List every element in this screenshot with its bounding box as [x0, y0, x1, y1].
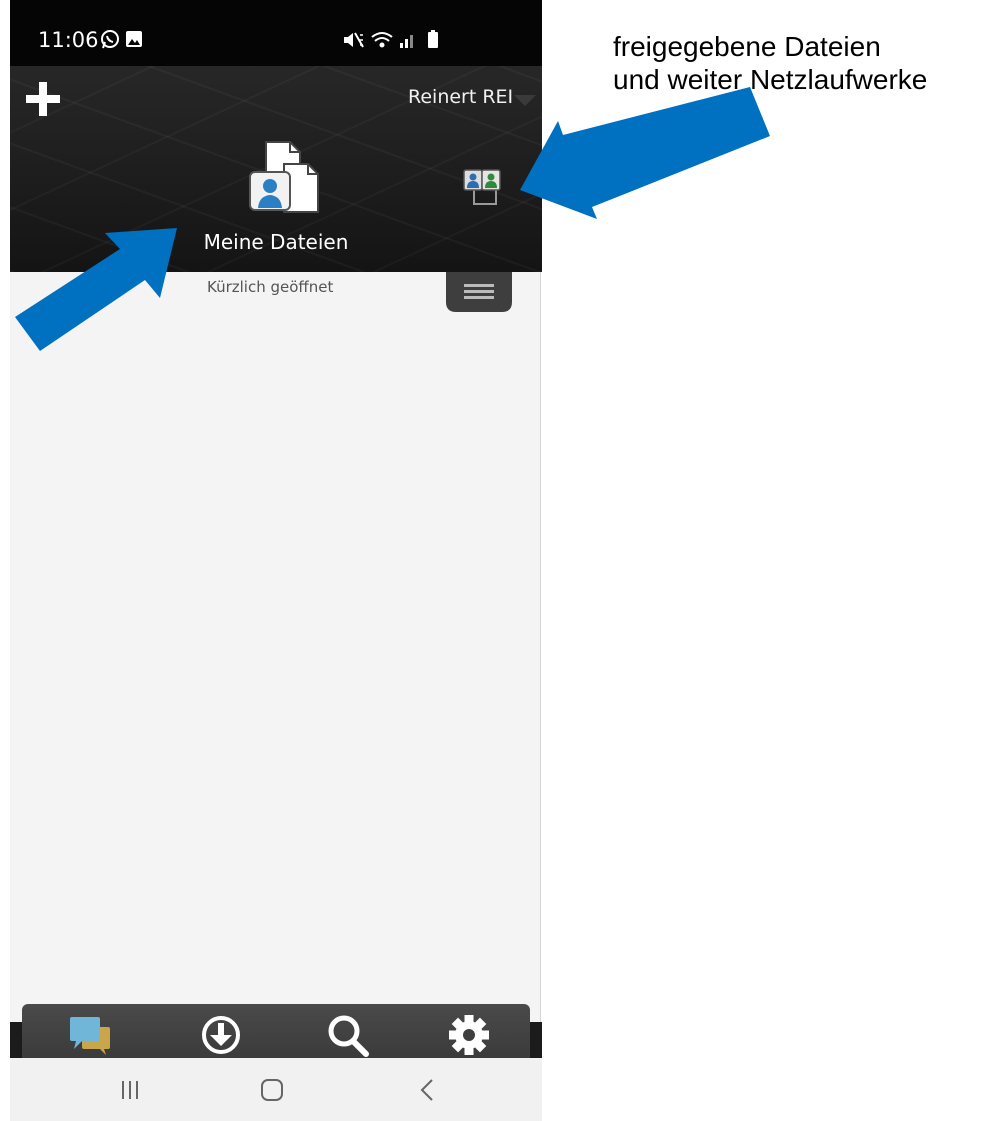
battery-icon — [428, 30, 438, 48]
recent-files-panel[interactable]: Kürzlich geöffnet — [10, 272, 541, 1025]
gallery-icon — [126, 31, 142, 47]
downloads-button[interactable] — [196, 1013, 246, 1057]
recent-apps-icon — [122, 1081, 138, 1099]
status-bar: 11:06 — [10, 0, 542, 66]
arrow-to-shared-files — [520, 87, 770, 219]
gear-icon — [449, 1015, 489, 1055]
account-selector[interactable]: Reinert REI — [408, 86, 513, 108]
app-header: Reinert REI Meine Dateien — [10, 66, 542, 272]
system-navigation-bar — [10, 1058, 542, 1121]
annotation-text: freigegebene Dateien und weiter Netzlauf… — [613, 30, 927, 96]
home-icon — [261, 1079, 283, 1101]
whatsapp-icon — [101, 30, 119, 49]
my-files-button[interactable]: Meine Dateien — [170, 136, 382, 256]
home-button[interactable] — [252, 1072, 292, 1108]
menu-icon — [464, 284, 494, 299]
add-button[interactable] — [26, 82, 60, 116]
my-files-label: Meine Dateien — [203, 230, 349, 254]
bottom-toolbar — [22, 1004, 530, 1058]
my-files-icon — [249, 141, 319, 213]
signal-icon — [400, 35, 413, 48]
back-button[interactable] — [408, 1072, 448, 1108]
wifi-icon — [371, 32, 393, 48]
plus-icon — [26, 82, 60, 116]
search-button[interactable] — [324, 1013, 374, 1057]
settings-button[interactable] — [444, 1013, 494, 1057]
download-icon — [202, 1016, 240, 1054]
account-name: Reinert REI — [408, 86, 514, 108]
list-toggle-button[interactable] — [446, 272, 512, 314]
recent-label: Kürzlich geöffnet — [207, 278, 334, 296]
messages-button[interactable] — [66, 1013, 116, 1057]
annotation-line-2: und weiter Netzlaufwerke — [613, 64, 928, 95]
shared-files-button[interactable] — [462, 166, 502, 206]
messages-icon — [70, 1017, 110, 1055]
search-icon — [328, 1015, 369, 1057]
status-time: 11:06 — [38, 28, 99, 52]
recent-apps-button[interactable] — [110, 1072, 150, 1108]
shared-files-icon — [463, 169, 501, 205]
phone-screen: 11:06 Reinert REI Meine Dateien Kürzlich… — [10, 0, 542, 1121]
back-icon — [420, 1079, 433, 1101]
mute-icon — [344, 32, 364, 48]
status-icons-right — [342, 29, 452, 55]
status-icons-left — [100, 27, 150, 55]
chevron-down-icon[interactable] — [514, 95, 536, 107]
annotation-line-1: freigegebene Dateien — [613, 31, 881, 62]
